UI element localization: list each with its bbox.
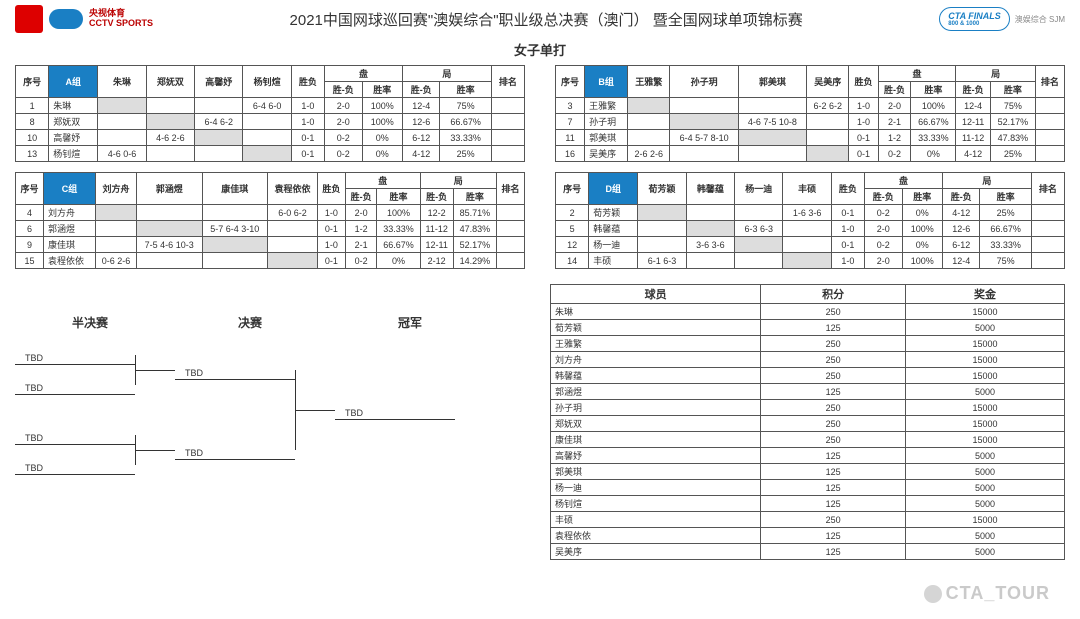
table-row: 15袁程依依0-6 2-60-10-20%2-1214.29% [16, 253, 525, 269]
table-row: 7孙子玥4-6 7-5 10-81-02-166.67%12-1152.17% [556, 114, 1065, 130]
cctv-label-2: CCTV SPORTS [89, 19, 153, 29]
wechat-icon [924, 585, 942, 603]
final-slot-1: TBD [175, 368, 295, 380]
table-row: 郑妩双25015000 [551, 416, 1065, 432]
table-row: 8郑妩双6-4 6-21-02-0100%12-666.67% [16, 114, 525, 130]
group-table: 序号B组王雅繁孙子玥郭美琪吴美序胜负盘局排名胜-负胜率胜-负胜率3王雅繁6-2 … [555, 65, 1065, 162]
group-table: 序号A组朱琳郑妩双高馨妤杨钊煊胜负盘局排名胜-负胜率胜-负胜率1朱琳6-4 6-… [15, 65, 525, 162]
table-row: 郭涵煜1255000 [551, 384, 1065, 400]
table-row: 3王雅繁6-2 6-21-02-0100%12-475% [556, 98, 1065, 114]
finals-logo-sub: 800 & 1000 [948, 21, 1001, 27]
table-row: 朱琳25015000 [551, 304, 1065, 320]
event-subtitle: 女子单打 [0, 40, 1080, 59]
bracket: 半决赛 决赛 冠军 TBD TBD TBD TBD TBD TBD TBD [15, 284, 530, 560]
finals-logo: CTA FINALS 800 & 1000 [939, 7, 1010, 31]
table-row: 康佳琪25015000 [551, 432, 1065, 448]
col-player: 球员 [551, 285, 761, 304]
table-row: 杨钊煊1255000 [551, 496, 1065, 512]
table-row: 杨一迪1255000 [551, 480, 1065, 496]
cctv-logo: 央视体育 CCTV SPORTS [89, 9, 153, 29]
table-row: 13杨钊煊4-6 0-60-10-20%4-1225% [16, 146, 525, 162]
table-row: 荀芳颖1255000 [551, 320, 1065, 336]
heading-champion: 冠军 [335, 314, 485, 331]
table-row: 王雅繁25015000 [551, 336, 1065, 352]
table-row: 吴美序1255000 [551, 544, 1065, 560]
table-row: 韩馨蕴25015000 [551, 368, 1065, 384]
points-section: 球员 积分 奖金 朱琳25015000荀芳颖1255000王雅繁25015000… [550, 284, 1065, 560]
page-title: 2021中国网球巡回赛"澳娱综合"职业级总决赛（澳门） 暨全国网球单项锦标赛 [163, 9, 929, 30]
sf-slot-3: TBD [15, 433, 135, 445]
heading-semifinal: 半决赛 [15, 314, 165, 331]
header-logos-left: 央视体育 CCTV SPORTS [15, 5, 153, 33]
sjm-logo: 澳娱综合 SJM [1015, 14, 1065, 25]
table-row: 郭美琪1255000 [551, 464, 1065, 480]
final-slot-2: TBD [175, 448, 295, 460]
header-logos-right: CTA FINALS 800 & 1000 澳娱综合 SJM [939, 7, 1065, 31]
table-row: 丰硕25015000 [551, 512, 1065, 528]
sponsor-logo-icon [15, 5, 43, 33]
group-table: 序号C组刘方舟郭涵煜康佳琪袁程依依胜负盘局排名胜-负胜率胜-负胜率4刘方舟6-0… [15, 172, 525, 269]
table-row: 12杨一迪3-6 3-60-10-20%6-1233.33% [556, 237, 1065, 253]
table-row: 4刘方舟6-0 6-21-02-0100%12-285.71% [16, 205, 525, 221]
bottom-section: 半决赛 决赛 冠军 TBD TBD TBD TBD TBD TBD TBD 球员… [0, 279, 1080, 565]
table-row: 2荀芳颖1-6 3-60-10-20%4-1225% [556, 205, 1065, 221]
sf-slot-4: TBD [15, 463, 135, 475]
col-points: 积分 [761, 285, 906, 304]
table-row: 高馨妤1255000 [551, 448, 1065, 464]
bracket-grid: TBD TBD TBD TBD TBD TBD TBD [15, 343, 530, 503]
sf-slot-1: TBD [15, 353, 135, 365]
bracket-headings: 半决赛 决赛 冠军 [15, 314, 530, 331]
table-row: 刘方舟25015000 [551, 352, 1065, 368]
finals-logo-text: CTA FINALS [948, 11, 1001, 21]
heading-final: 决赛 [165, 314, 335, 331]
table-row: 袁程依依1255000 [551, 528, 1065, 544]
table-row: 16吴美序2-6 2-60-10-20%4-1225% [556, 146, 1065, 162]
champion-slot: TBD [335, 408, 455, 420]
table-row: 11郭美琪6-4 5-7 8-100-11-233.33%11-1247.83% [556, 130, 1065, 146]
group-tables: 序号A组朱琳郑妩双高馨妤杨钊煊胜负盘局排名胜-负胜率胜-负胜率1朱琳6-4 6-… [0, 65, 1080, 269]
col-prize: 奖金 [906, 285, 1065, 304]
cta-logo-icon [49, 9, 83, 29]
table-row: 9康佳琪7-5 4-6 10-31-02-166.67%12-1152.17% [16, 237, 525, 253]
table-row: 5韩馨蕴6-3 6-31-02-0100%12-666.67% [556, 221, 1065, 237]
table-row: 6郭涵煜5-7 6-4 3-100-11-233.33%11-1247.83% [16, 221, 525, 237]
table-row: 1朱琳6-4 6-01-02-0100%12-475% [16, 98, 525, 114]
points-table: 球员 积分 奖金 朱琳25015000荀芳颖1255000王雅繁25015000… [550, 284, 1065, 560]
watermark: CTA_TOUR [924, 583, 1050, 604]
watermark-text: CTA_TOUR [946, 583, 1050, 603]
table-row: 孙子玥25015000 [551, 400, 1065, 416]
sf-slot-2: TBD [15, 383, 135, 395]
header: 央视体育 CCTV SPORTS 2021中国网球巡回赛"澳娱综合"职业级总决赛… [0, 0, 1080, 38]
table-row: 10高馨妤4-6 2-60-10-20%6-1233.33% [16, 130, 525, 146]
group-table: 序号D组荀芳颖韩馨蕴杨一迪丰硕胜负盘局排名胜-负胜率胜-负胜率2荀芳颖1-6 3… [555, 172, 1065, 269]
table-row: 14丰硕6-1 6-31-02-0100%12-475% [556, 253, 1065, 269]
